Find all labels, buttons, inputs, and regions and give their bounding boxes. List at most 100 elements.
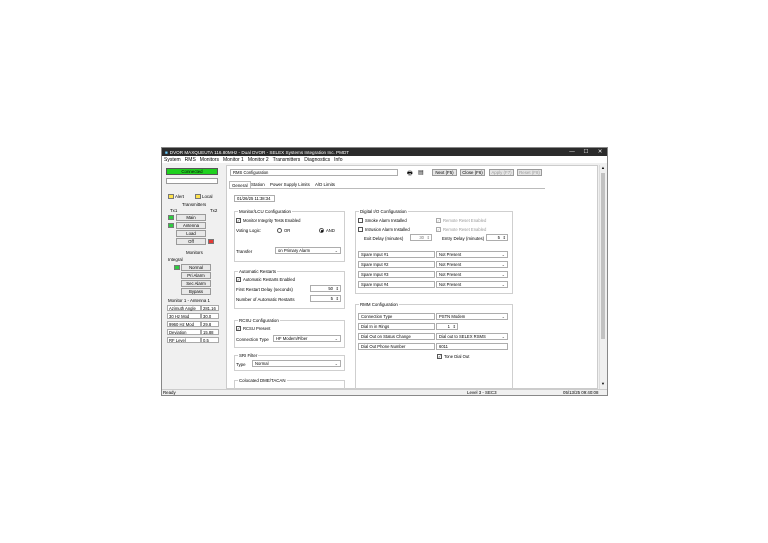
entry-delay-label: Entry Delay (minutes) xyxy=(442,236,485,241)
local-label[interactable]: Local xyxy=(202,194,213,199)
menu-monitor-1[interactable]: Monitor 1 xyxy=(223,157,244,163)
rcsu-connection-select[interactable]: HF Modem/Fiber ⌄ xyxy=(273,335,341,342)
auto-restarts-checkbox[interactable]: ✓ Automatic Restarts Enabled xyxy=(236,277,295,282)
chevron-down-icon: ⌄ xyxy=(501,262,505,267)
smoke-reset-checkbox[interactable]: ✓ Remote Reset Enabled xyxy=(436,218,486,223)
checkmark-icon: ✓ xyxy=(437,354,442,359)
monitors-header: Monitors xyxy=(186,250,203,255)
dial-out-status-select[interactable]: Dial out to SELEX RSMS ⌄ xyxy=(436,333,508,340)
spare-input-2-select[interactable]: Not Present ⌄ xyxy=(436,261,508,268)
scrollbar-thumb[interactable] xyxy=(601,173,605,339)
off-button[interactable]: Off xyxy=(176,238,206,245)
normal-button[interactable]: Normal xyxy=(181,264,211,271)
restart-count-stepper[interactable]: 5 ⇕ xyxy=(310,295,341,302)
auto-restarts-title: Automatic Restarts xyxy=(238,269,278,274)
smoke-alarm-label: Smoke Alarm Installed xyxy=(365,218,407,223)
sec-alarm-button[interactable]: Sec Alarm xyxy=(181,280,211,287)
voting-and-radio[interactable]: AND xyxy=(319,228,335,233)
page-title-field: RMS Configuration xyxy=(230,169,398,176)
scroll-up-icon[interactable]: ▲ xyxy=(601,165,605,170)
voting-or-radio[interactable]: OR xyxy=(277,228,290,233)
tab-ad-limits[interactable]: A/D Limits xyxy=(313,181,337,188)
reading-row: Azimuth Angle 281.16 xyxy=(167,305,219,311)
radio-off-icon xyxy=(277,228,282,233)
transfer-select[interactable]: on Primary Alarm ⌄ xyxy=(275,247,341,254)
spare-input-1-select[interactable]: Not Present ⌄ xyxy=(436,251,508,258)
spare-input-3-value: Not Present xyxy=(439,272,462,277)
reading-label: Azimuth Angle xyxy=(167,305,201,311)
close-button[interactable]: Close (F6) xyxy=(460,169,485,176)
tab-station[interactable]: Station xyxy=(249,181,267,188)
chevron-down-icon: ⌄ xyxy=(334,336,338,341)
first-delay-stepper[interactable]: 50 ⇕ xyxy=(310,285,341,292)
spare-input-3-label: Spare Input #3 xyxy=(358,271,435,278)
reading-row: Deviation 15.88 xyxy=(167,329,219,335)
rfi-type-value: Normal xyxy=(255,361,269,366)
reading-label: RF Level xyxy=(167,337,201,343)
pri-alarm-button[interactable]: Pri Alarm xyxy=(181,272,211,279)
main-button[interactable]: Main xyxy=(176,214,206,221)
dial-out-phone-input[interactable]: 6011 xyxy=(436,343,508,350)
scroll-down-icon[interactable]: ▼ xyxy=(601,381,605,386)
rcsu-connection-value: HF Modem/Fiber xyxy=(276,336,308,341)
spare-input-4-select[interactable]: Not Present ⌄ xyxy=(436,281,508,288)
rcsu-present-checkbox[interactable]: ✓ RCSU Present xyxy=(236,326,270,331)
local-indicator xyxy=(195,194,201,199)
entry-delay-stepper[interactable]: 5 ⇕ xyxy=(486,234,508,241)
spin-icon[interactable]: ⇕ xyxy=(453,324,456,329)
tab-power-supply-limits[interactable]: Power Supply Limits xyxy=(268,181,312,188)
alert-label[interactable]: Alert xyxy=(175,194,184,199)
menu-diagnostics[interactable]: Diagnostics xyxy=(304,157,330,163)
integral-label: Integral xyxy=(168,257,183,262)
vertical-scrollbar[interactable]: ▲ ▼ xyxy=(599,165,606,389)
auto-restarts-enabled-label: Automatic Restarts Enabled xyxy=(243,277,295,282)
rcsu-connection-label: Connection Type xyxy=(236,337,269,342)
app-icon: ■ xyxy=(165,149,168,155)
antenna-button[interactable]: Antenna xyxy=(176,222,206,229)
monitor-antenna-title: Monitor 1 - Antenna 1 xyxy=(168,298,210,303)
exit-delay-label: Exit Delay (minutes) xyxy=(364,236,404,241)
reading-value: 29.8 xyxy=(201,321,219,327)
spin-icon[interactable]: ⇕ xyxy=(336,296,339,301)
window-title: DVOR MAXQUEUTA 116.80MHz - Dual DVOR - S… xyxy=(169,149,350,155)
spin-icon[interactable]: ⇕ xyxy=(336,286,339,291)
tone-dial-out-checkbox[interactable]: ✓ Tone Dial Out xyxy=(437,354,469,359)
smoke-alarm-checkbox[interactable]: Smoke Alarm Installed xyxy=(358,218,407,223)
reset-button[interactable]: Reset (F8) xyxy=(517,169,542,176)
spin-icon[interactable]: ⇕ xyxy=(503,235,506,240)
apply-button[interactable]: Apply (F7) xyxy=(489,169,514,176)
dial-in-rings-value: 1 xyxy=(447,324,450,329)
menu-monitor-2[interactable]: Monitor 2 xyxy=(248,157,269,163)
dial-out-status-value: Dial out to SELEX RSMS xyxy=(439,334,486,339)
chevron-down-icon: ⌄ xyxy=(501,314,505,319)
bypass-button[interactable]: Bypass xyxy=(181,288,211,295)
menu-transmitters[interactable]: Transmitters xyxy=(273,157,301,163)
monitor-integrity-checkbox[interactable]: ✓ Monitor Integrity Tests Enabled xyxy=(236,218,300,223)
spare-input-3-select[interactable]: Not Present ⌄ xyxy=(436,271,508,278)
exit-delay-stepper[interactable]: 30 ⇕ xyxy=(410,234,432,241)
maximize-icon[interactable]: ☐ xyxy=(579,149,593,155)
print-icon[interactable]: 🖶 xyxy=(407,169,413,179)
printer-setup-icon[interactable]: ▤ xyxy=(418,169,424,176)
intrusion-reset-checkbox[interactable]: ✓ Remote Reset Enabled xyxy=(436,227,486,232)
menu-info[interactable]: Info xyxy=(334,157,342,163)
spin-icon[interactable]: ⇕ xyxy=(427,235,430,240)
rfi-type-select[interactable]: Normal ⌄ xyxy=(252,360,341,367)
tab-general[interactable]: General xyxy=(229,181,251,188)
transfer-value: on Primary Alarm xyxy=(278,248,311,253)
transmitters-header: Transmitters xyxy=(182,202,207,207)
minimize-icon[interactable]: — xyxy=(565,149,579,155)
load-button[interactable]: Load xyxy=(176,230,206,237)
close-icon[interactable]: ✕ xyxy=(593,149,607,155)
dial-in-rings-stepper[interactable]: 1 ⇕ xyxy=(436,323,458,330)
chevron-down-icon: ⌄ xyxy=(501,272,505,277)
spare-input-2-value: Not Present xyxy=(439,262,462,267)
menu-monitors[interactable]: Monitors xyxy=(200,157,219,163)
menu-rms[interactable]: RMS xyxy=(185,157,196,163)
menu-system[interactable]: System xyxy=(164,157,181,163)
intrusion-alarm-checkbox[interactable]: Intrusion Alarm Installed xyxy=(358,227,410,232)
rmm-connection-select[interactable]: PSTN Modem ⌄ xyxy=(436,313,508,320)
next-button[interactable]: Next (F5) xyxy=(432,169,457,176)
reading-value: 0.5 xyxy=(201,337,219,343)
chevron-down-icon: ⌄ xyxy=(501,252,505,257)
